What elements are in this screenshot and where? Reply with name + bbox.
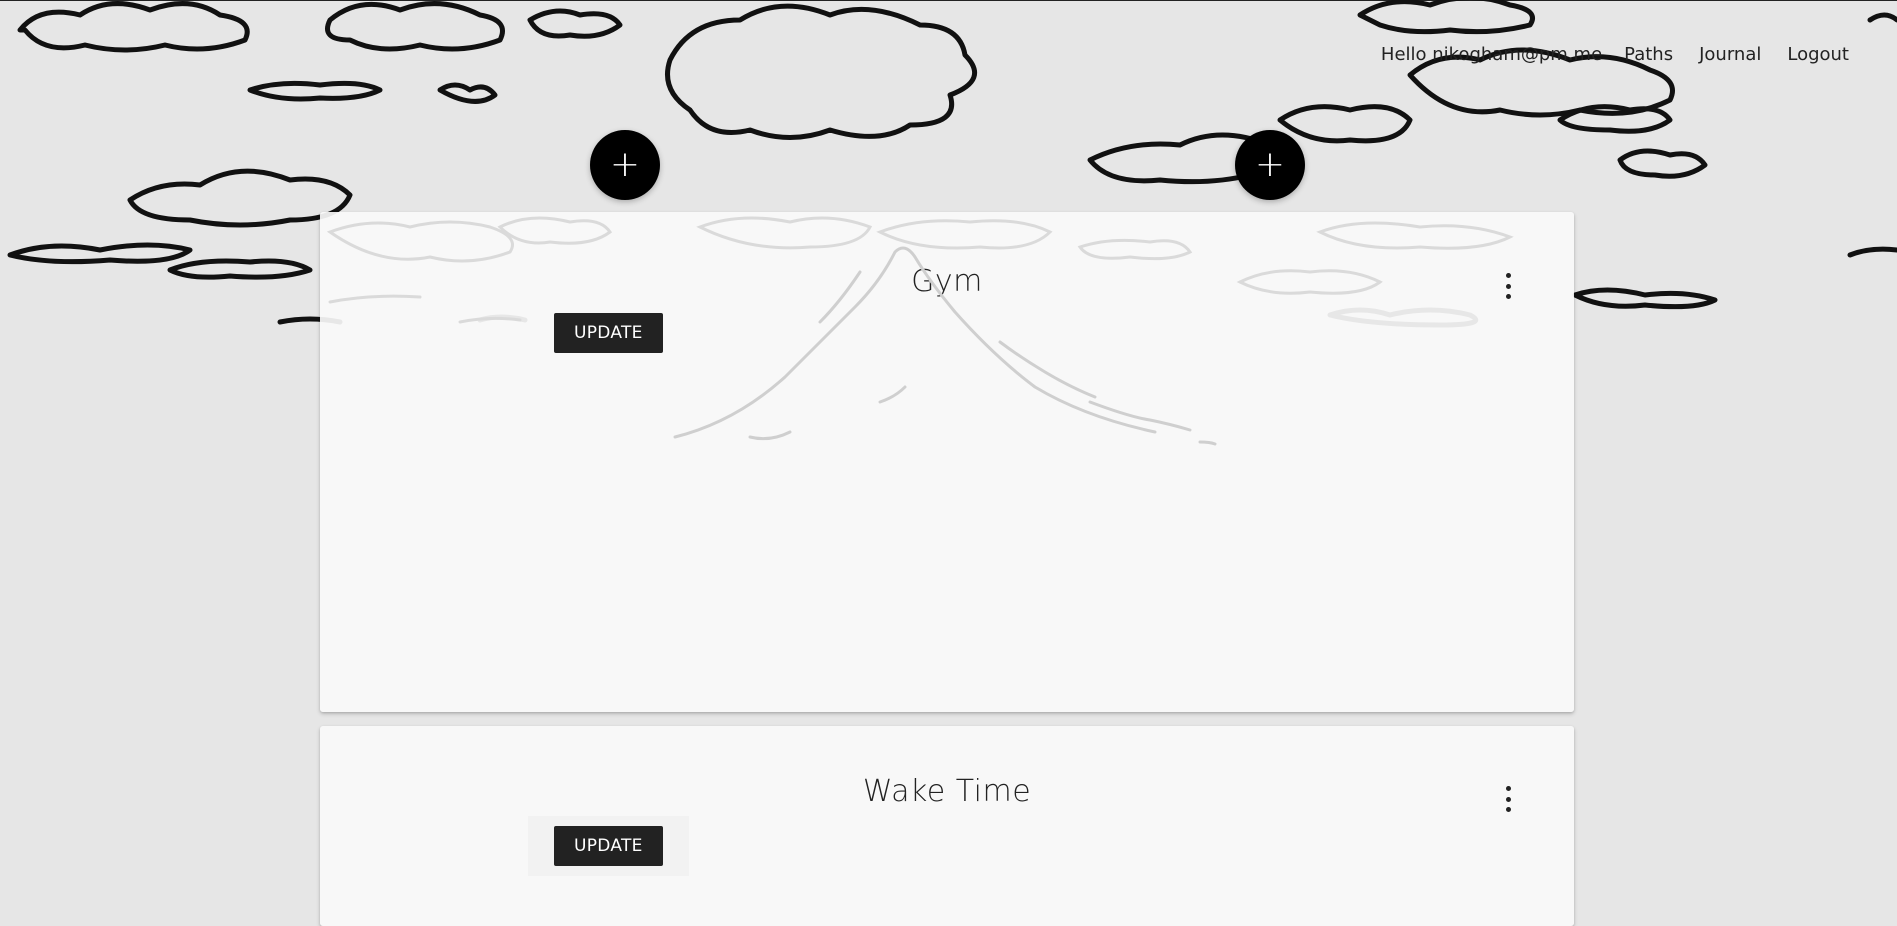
user-greeting: Hello nikogham@pm.me: [1380, 44, 1603, 65]
add-button[interactable]: +: [590, 130, 660, 200]
nav-link-journal[interactable]: Journal: [1699, 44, 1761, 65]
nav-link-logout[interactable]: Logout: [1787, 44, 1849, 65]
plus-icon: +: [609, 144, 641, 185]
more-vert-icon[interactable]: [1502, 273, 1514, 299]
nav-link-paths[interactable]: Paths: [1624, 44, 1673, 65]
update-button-wrap: UPDATE: [528, 303, 689, 363]
update-button-wrap: UPDATE: [528, 816, 689, 876]
card-title: Gym: [911, 264, 983, 299]
add-button[interactable]: +: [1235, 130, 1305, 200]
path-card: Wake Time UPDATE: [320, 726, 1574, 926]
top-nav: Hello nikogham@pm.me Paths Journal Logou…: [1381, 44, 1849, 65]
card-title: Wake Time: [862, 774, 1032, 809]
more-vert-icon[interactable]: [1502, 786, 1514, 812]
update-button[interactable]: UPDATE: [554, 826, 663, 866]
plus-icon: +: [1254, 144, 1286, 185]
update-button[interactable]: UPDATE: [554, 313, 663, 353]
path-card: Gym UPDATE: [320, 212, 1574, 712]
